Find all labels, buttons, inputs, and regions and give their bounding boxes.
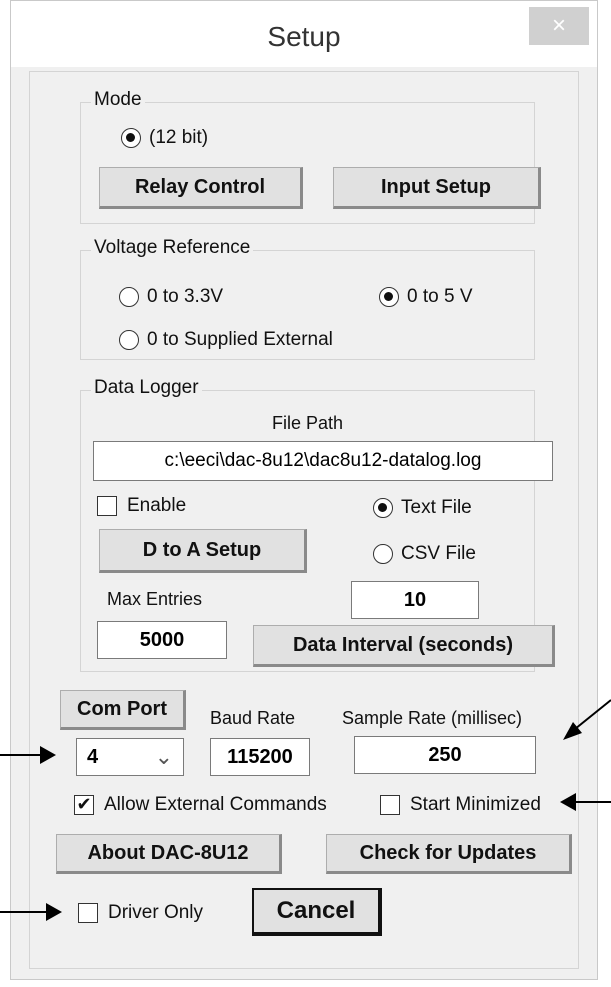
radio-unchecked-icon xyxy=(119,287,139,307)
baud-rate-value: 115200 xyxy=(227,745,293,768)
check-icon: ✔ xyxy=(74,795,94,815)
setup-window: Setup × Mode (12 bit) Relay Control Inpu… xyxy=(10,0,598,980)
arrow-to-com-port xyxy=(0,754,44,756)
start-minimized-checkbox[interactable]: Start Minimized xyxy=(380,794,541,816)
close-icon: × xyxy=(551,12,566,39)
com-port-value: 4 xyxy=(87,745,99,768)
driver-only-checkbox[interactable]: Driver Only xyxy=(78,902,203,924)
file-path-input[interactable]: c:\eeci\dac-8u12\dac8u12-datalog.log xyxy=(93,441,553,481)
title-bar: Setup × xyxy=(11,1,597,67)
arrow-to-driver-only xyxy=(0,911,50,913)
arrow-head-driver-only-icon xyxy=(46,903,62,921)
sample-rate-value: 250 xyxy=(428,743,462,766)
arrow-head-com-port-icon xyxy=(40,746,56,764)
file-path-value: c:\eeci\dac-8u12\dac8u12-datalog.log xyxy=(164,450,482,471)
csv-file-label: CSV File xyxy=(401,543,476,564)
mode-12bit-label: (12 bit) xyxy=(149,127,209,148)
enable-label: Enable xyxy=(127,495,187,516)
voltage-reference-legend: Voltage Reference xyxy=(91,237,254,259)
client-area: Mode (12 bit) Relay Control Input Setup … xyxy=(29,71,579,969)
input-setup-button[interactable]: Input Setup xyxy=(333,167,541,209)
file-path-label: File Path xyxy=(271,413,344,433)
check-for-updates-button[interactable]: Check for Updates xyxy=(326,834,572,874)
voltage-5v-radio[interactable]: 0 to 5 V xyxy=(379,286,473,308)
mode-group: Mode (12 bit) Relay Control Input Setup xyxy=(80,89,541,224)
voltage-external-label: 0 to Supplied External xyxy=(147,329,333,350)
interval-input[interactable]: 10 xyxy=(351,581,479,619)
driver-only-label: Driver Only xyxy=(108,902,204,923)
enable-checkbox[interactable]: Enable xyxy=(97,495,186,517)
radio-checked-icon xyxy=(121,128,141,148)
start-minimized-label: Start Minimized xyxy=(410,794,541,815)
radio-checked-icon xyxy=(379,287,399,307)
voltage-3v3-label: 0 to 3.3V xyxy=(147,286,224,307)
voltage-5v-label: 0 to 5 V xyxy=(407,286,473,307)
window-title: Setup xyxy=(267,21,341,52)
allow-external-commands-checkbox[interactable]: ✔ Allow External Commands xyxy=(74,794,327,816)
interval-value: 10 xyxy=(403,588,427,611)
mode-12bit-radio[interactable]: (12 bit) xyxy=(121,127,208,149)
csv-file-radio[interactable]: CSV File xyxy=(373,543,476,565)
voltage-external-radio[interactable]: 0 to Supplied External xyxy=(119,329,333,351)
max-entries-input[interactable]: 5000 xyxy=(97,621,227,659)
text-file-radio[interactable]: Text File xyxy=(373,497,472,519)
voltage-reference-group: Voltage Reference 0 to 3.3V 0 to 5 V 0 t… xyxy=(80,237,535,360)
mode-legend: Mode xyxy=(91,89,145,111)
sample-rate-label: Sample Rate (millisec) xyxy=(342,708,523,728)
com-port-select[interactable]: 4 ⌄ xyxy=(76,738,184,776)
baud-rate-input[interactable]: 115200 xyxy=(210,738,310,776)
radio-checked-icon xyxy=(373,498,393,518)
max-entries-value: 5000 xyxy=(139,628,185,651)
com-port-button[interactable]: Com Port xyxy=(60,690,186,730)
arrow-head-start-minimized-icon xyxy=(560,793,576,811)
checkbox-unchecked-icon xyxy=(78,903,98,923)
chevron-down-icon: ⌄ xyxy=(154,744,173,769)
checkbox-unchecked-icon xyxy=(97,496,117,516)
data-logger-group: Data Logger File Path c:\eeci\dac-8u12\d… xyxy=(80,377,555,672)
arrow-to-start-minimized xyxy=(576,801,611,803)
allow-external-commands-label: Allow External Commands xyxy=(104,794,327,815)
baud-rate-label: Baud Rate xyxy=(210,708,296,728)
cancel-button[interactable]: Cancel xyxy=(252,888,382,936)
text-file-label: Text File xyxy=(401,497,472,518)
close-button[interactable]: × xyxy=(529,7,589,45)
radio-unchecked-icon xyxy=(119,330,139,350)
checkbox-unchecked-icon xyxy=(380,795,400,815)
about-button[interactable]: About DAC-8U12 xyxy=(56,834,282,874)
data-interval-button[interactable]: Data Interval (seconds) xyxy=(253,625,555,667)
voltage-3v3-radio[interactable]: 0 to 3.3V xyxy=(119,286,223,308)
page: Setup × Mode (12 bit) Relay Control Inpu… xyxy=(0,0,611,987)
sample-rate-input[interactable]: 250 xyxy=(354,736,536,774)
data-logger-legend: Data Logger xyxy=(91,377,202,399)
radio-unchecked-icon xyxy=(373,544,393,564)
max-entries-label: Max Entries xyxy=(107,589,203,609)
relay-control-button[interactable]: Relay Control xyxy=(99,167,303,209)
d-to-a-setup-button[interactable]: D to A Setup xyxy=(99,529,307,573)
